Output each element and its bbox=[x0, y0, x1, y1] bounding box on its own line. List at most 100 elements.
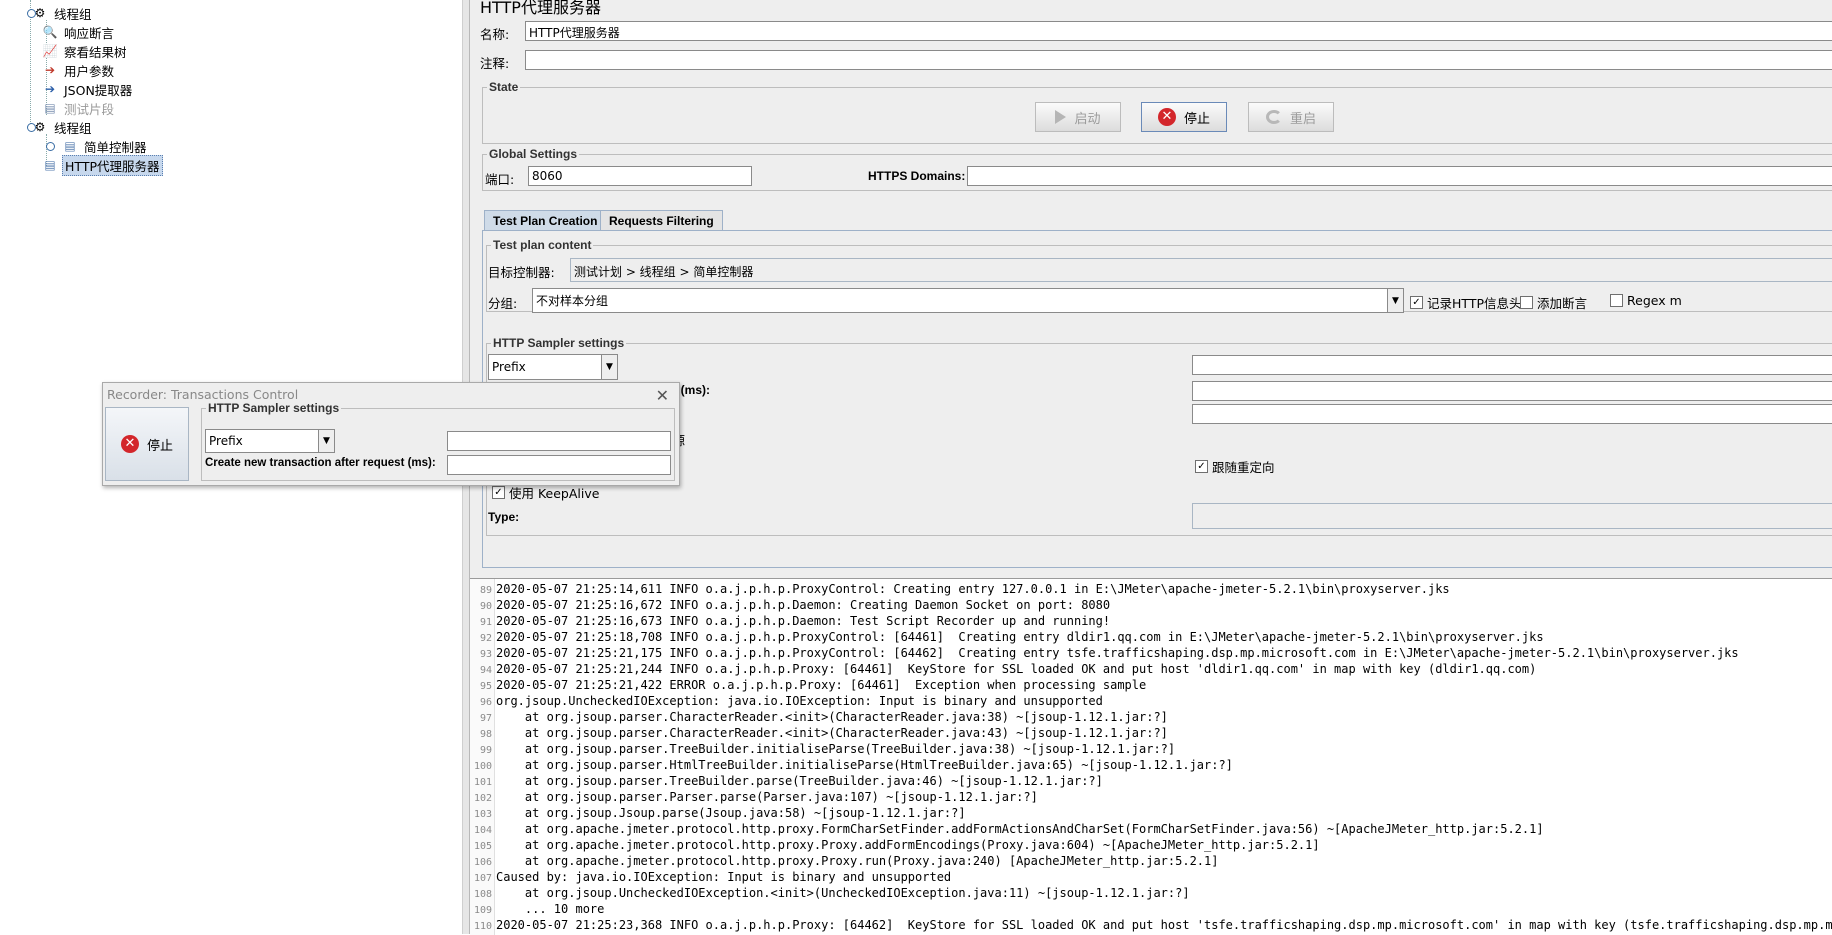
tree-node-thread-group-2[interactable]: ⚙ 线程组 bbox=[27, 118, 94, 136]
tab-test-plan-creation[interactable]: Test Plan Creation bbox=[484, 210, 607, 230]
tree-node-view-results-tree[interactable]: 📈 察看结果树 bbox=[42, 42, 129, 60]
stop-button-label: 停止 bbox=[1183, 111, 1210, 127]
dialog-stop-button[interactable]: ✕ 停止 bbox=[105, 407, 189, 481]
tree-node-label: 响应断言 bbox=[64, 25, 115, 41]
log-line: 91 2020-05-07 21:25:16,673 INFO o.a.j.p.h… bbox=[470, 613, 1110, 629]
tree-node-response-assertion[interactable]: 🔍 响应断言 bbox=[42, 23, 116, 41]
prefix-field[interactable] bbox=[1192, 355, 1832, 375]
log-line: 100 at org.jsoup.parser.HtmlTreeBuilder.… bbox=[470, 757, 1233, 773]
expand-toggle-icon[interactable] bbox=[27, 123, 36, 132]
log-line-text: 2020-05-07 21:25:16,672 INFO o.a.j.p.h.p… bbox=[496, 598, 1111, 612]
follow-redirects-checkbox[interactable]: ✓ 跟随重定向 bbox=[1195, 457, 1275, 476]
port-field[interactable]: 8060 bbox=[528, 166, 752, 186]
checkbox-unchecked-icon bbox=[1520, 296, 1533, 309]
log-line-text: at org.jsoup.parser.TreeBuilder.parse(Tr… bbox=[496, 774, 1103, 788]
log-line-text: 2020-05-07 21:25:21,422 ERROR o.a.j.p.h.… bbox=[496, 678, 1147, 692]
prefix-select-value: Prefix bbox=[492, 360, 526, 374]
expand-toggle-icon[interactable] bbox=[27, 9, 36, 18]
record-headers-checkbox[interactable]: ✓ 记录HTTP信息头 bbox=[1410, 293, 1522, 312]
tree-connector bbox=[30, 0, 31, 128]
test-plan-content-legend: Test plan content bbox=[493, 238, 592, 252]
tree-node-label: 测试片段 bbox=[64, 101, 115, 117]
log-line: 90 2020-05-07 21:25:16,672 INFO o.a.j.p.h… bbox=[470, 597, 1110, 613]
log-line-text: Caused by: java.io.IOException: Input is… bbox=[496, 870, 952, 884]
tree-node-thread-group[interactable]: ⚙ 线程组 bbox=[27, 4, 94, 22]
https-domains-label: HTTPS Domains: bbox=[868, 169, 966, 183]
log-viewer[interactable]: 89 2020-05-07 21:25:14,611 INFO o.a.j.p.h… bbox=[470, 578, 1832, 935]
expand-toggle-icon[interactable] bbox=[46, 142, 55, 151]
tab-requests-filtering[interactable]: Requests Filtering bbox=[600, 210, 723, 230]
dialog-create-transaction-field[interactable] bbox=[447, 455, 671, 475]
chevron-down-icon: ▼ bbox=[318, 430, 334, 452]
log-line: 98 at org.jsoup.parser.CharacterReader.<… bbox=[470, 725, 1168, 741]
tree-node-json-extractor[interactable]: ➔ JSON提取器 bbox=[42, 80, 134, 98]
record-headers-label: 记录HTTP信息头 bbox=[1427, 296, 1522, 311]
proxy-icon: ▤ bbox=[44, 158, 56, 172]
log-line: 96 org.jsoup.UncheckedIOException: java.i… bbox=[470, 693, 1103, 709]
checkbox-unchecked-icon bbox=[1610, 294, 1623, 307]
add-assertion-checkbox[interactable]: 添加断言 bbox=[1520, 293, 1587, 312]
chevron-down-icon: ▼ bbox=[601, 355, 617, 379]
chevron-down-icon: ▼ bbox=[1387, 289, 1403, 312]
log-line-text: 2020-05-07 21:25:21,175 INFO o.a.j.p.h.p… bbox=[496, 646, 1739, 660]
log-line: 104 at org.apache.jmeter.protocol.http.p… bbox=[470, 821, 1544, 837]
grouping-select-value: 不对样本分组 bbox=[536, 294, 609, 308]
log-line-text: org.jsoup.UncheckedIOException: java.io.… bbox=[496, 694, 1103, 708]
dialog-prefix-select[interactable]: Prefix ▼ bbox=[205, 429, 335, 453]
log-line-text: at org.jsoup.parser.CharacterReader.<ini… bbox=[496, 710, 1168, 724]
restart-icon bbox=[1265, 110, 1282, 124]
target-controller-label: 目标控制器: bbox=[488, 265, 555, 280]
target-controller-field[interactable]: 测试计划 > 线程组 > 简单控制器 bbox=[570, 258, 1832, 282]
checkbox-checked-icon: ✓ bbox=[1195, 460, 1208, 473]
dialog-sampler-settings-legend: HTTP Sampler settings bbox=[208, 401, 340, 415]
page-title: HTTP代理服务器 bbox=[480, 0, 601, 17]
extractor-icon: ➔ bbox=[44, 82, 56, 96]
checkbox-checked-icon: ✓ bbox=[1410, 296, 1423, 309]
grouping-select[interactable]: 不对样本分组 ▼ bbox=[532, 288, 1404, 313]
checkbox-checked-icon: ✓ bbox=[492, 486, 505, 499]
tree-node-simple-controller[interactable]: ▤ 简单控制器 bbox=[46, 137, 149, 155]
log-line: 102 at org.jsoup.parser.Parser.parse(Par… bbox=[470, 789, 1038, 805]
comment-field[interactable] bbox=[525, 50, 1832, 70]
stop-icon: ✕ bbox=[1157, 108, 1176, 126]
log-line-text: 2020-05-07 21:25:21,244 INFO o.a.j.p.h.p… bbox=[496, 662, 1537, 676]
https-domains-field[interactable] bbox=[967, 166, 1832, 186]
log-line: 109 ... 10 more bbox=[470, 901, 604, 917]
log-line: 94 2020-05-07 21:25:21,244 INFO o.a.j.p.h… bbox=[470, 661, 1536, 677]
chart-icon: 📈 bbox=[42, 44, 58, 58]
tree-node-label: HTTP代理服务器 bbox=[62, 154, 163, 176]
start-button[interactable]: 启动 bbox=[1035, 102, 1121, 132]
log-line-text: at org.jsoup.UncheckedIOException.<init>… bbox=[496, 886, 1190, 900]
log-line-text: at org.jsoup.parser.TreeBuilder.initiali… bbox=[496, 742, 1176, 756]
log-line: 101 at org.jsoup.parser.TreeBuilder.pars… bbox=[470, 773, 1103, 789]
log-line-text: ... 10 more bbox=[496, 902, 605, 916]
dialog-stop-label: 停止 bbox=[146, 438, 173, 454]
name-field[interactable]: HTTP代理服务器 bbox=[525, 21, 1832, 41]
tree-node-user-parameters[interactable]: ➔ 用户参数 bbox=[42, 61, 116, 79]
dialog-prefix-field[interactable] bbox=[447, 431, 671, 451]
regex-matching-label: Regex m bbox=[1627, 293, 1682, 308]
log-line-text: at org.jsoup.parser.CharacterReader.<ini… bbox=[496, 726, 1168, 740]
stop-button[interactable]: ✕ 停止 bbox=[1141, 102, 1227, 132]
log-line: 106 at org.apache.jmeter.protocol.http.p… bbox=[470, 853, 1219, 869]
tree-node-http-proxy-server[interactable]: ▤ HTTP代理服务器 bbox=[42, 154, 163, 176]
tree-node-test-fragment[interactable]: ▤ 测试片段 bbox=[42, 99, 116, 117]
log-line: 93 2020-05-07 21:25:21,175 INFO o.a.j.p.h… bbox=[470, 645, 1739, 661]
tree-node-label: 简单控制器 bbox=[84, 139, 147, 155]
log-line-text: at org.apache.jmeter.protocol.http.proxy… bbox=[496, 822, 1544, 836]
log-line-text: at org.apache.jmeter.protocol.http.proxy… bbox=[496, 854, 1219, 868]
prefix-select[interactable]: Prefix ▼ bbox=[488, 354, 618, 380]
sampler-extra-field[interactable] bbox=[1192, 404, 1832, 424]
dialog-prefix-value: Prefix bbox=[209, 434, 243, 448]
type-select[interactable] bbox=[1192, 503, 1832, 529]
tree-node-label: JSON提取器 bbox=[64, 82, 133, 98]
dialog-create-transaction-label: Create new transaction after request (ms… bbox=[205, 457, 436, 469]
restart-button[interactable]: 重启 bbox=[1248, 102, 1334, 132]
regex-matching-checkbox[interactable]: Regex m bbox=[1610, 293, 1682, 308]
transaction-delay-field[interactable] bbox=[1192, 381, 1832, 401]
log-line-number: 110 bbox=[473, 921, 492, 932]
http-sampler-settings-legend: HTTP Sampler settings bbox=[493, 336, 625, 350]
restart-button-label: 重启 bbox=[1289, 111, 1316, 127]
global-settings-legend: Global Settings bbox=[489, 147, 578, 161]
log-line-text: 2020-05-07 21:25:14,611 INFO o.a.j.p.h.p… bbox=[496, 582, 1450, 596]
